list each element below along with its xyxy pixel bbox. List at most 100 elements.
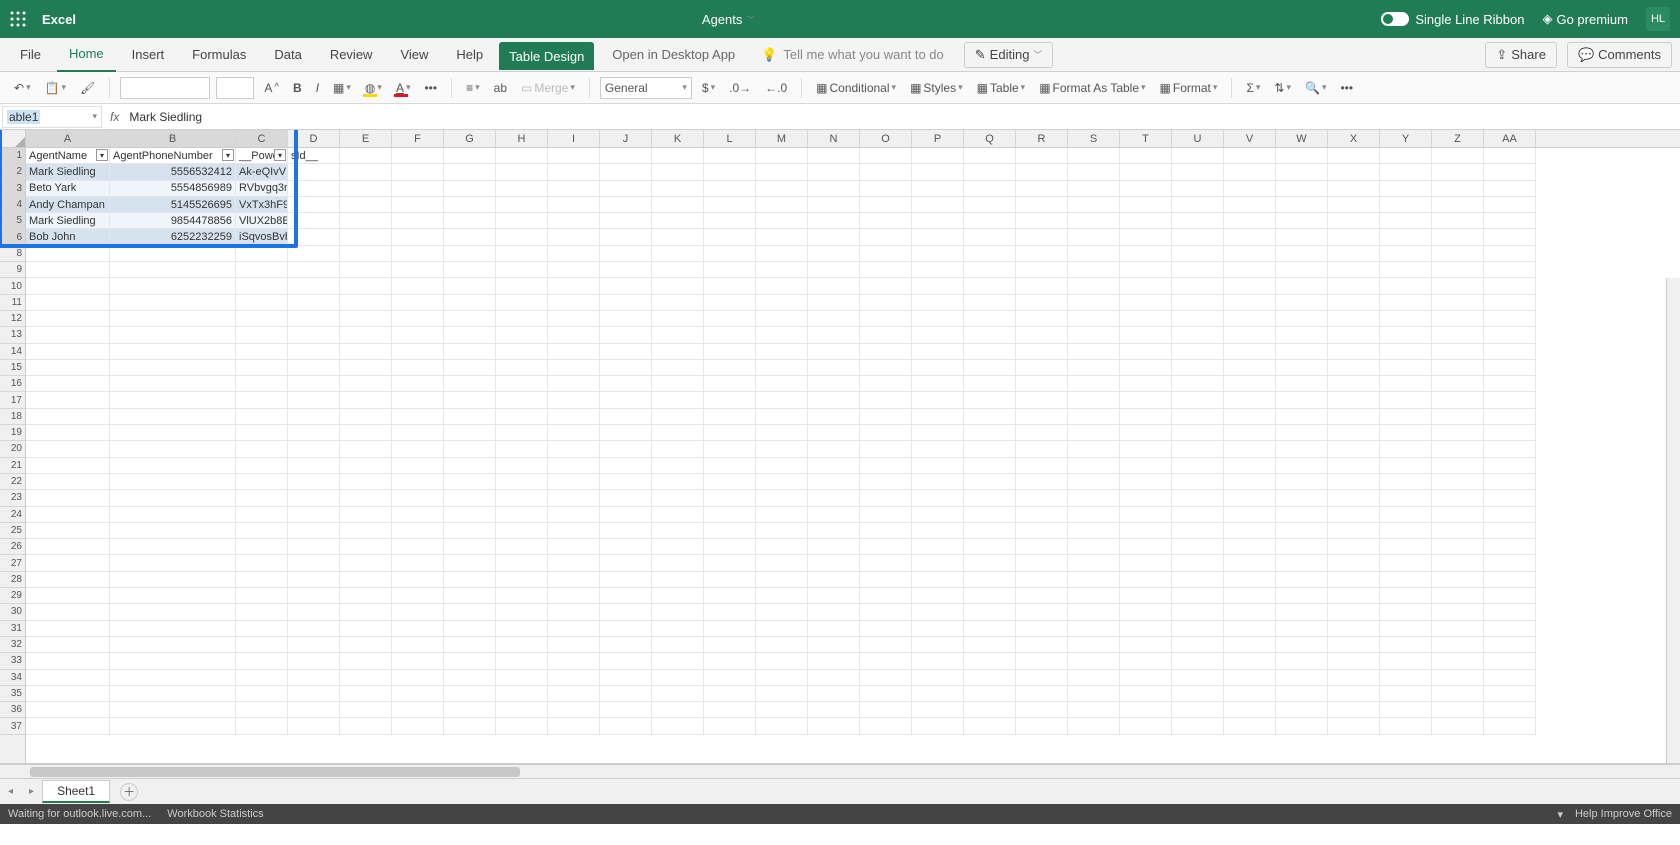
cell[interactable] — [808, 181, 860, 197]
cell[interactable] — [392, 441, 444, 457]
cell[interactable] — [26, 441, 110, 457]
filter-dropdown-icon[interactable]: ▾ — [222, 149, 234, 161]
cell[interactable] — [1484, 441, 1536, 457]
cell[interactable] — [340, 686, 392, 702]
cell[interactable] — [704, 213, 756, 229]
cell[interactable] — [1120, 278, 1172, 294]
cell[interactable] — [600, 148, 652, 164]
cell[interactable]: 5556532412 — [110, 164, 236, 180]
cell[interactable] — [392, 197, 444, 213]
cell[interactable] — [964, 327, 1016, 343]
cell[interactable] — [1328, 197, 1380, 213]
cell[interactable] — [860, 653, 912, 669]
cell[interactable] — [1016, 197, 1068, 213]
cell[interactable] — [392, 409, 444, 425]
conditional-formatting-button[interactable]: ▦ Conditional▾ — [812, 79, 900, 97]
cell[interactable] — [704, 262, 756, 278]
cell[interactable] — [26, 344, 110, 360]
cell[interactable] — [1380, 197, 1432, 213]
cell[interactable] — [600, 670, 652, 686]
cell[interactable] — [444, 474, 496, 490]
cell[interactable] — [964, 702, 1016, 718]
cell[interactable] — [444, 621, 496, 637]
document-name[interactable]: Agents — [702, 12, 742, 27]
cell[interactable] — [600, 474, 652, 490]
cell[interactable] — [1224, 344, 1276, 360]
chevron-down-icon[interactable]: ▾ — [92, 111, 97, 122]
cell[interactable] — [444, 555, 496, 571]
cell[interactable] — [1484, 148, 1536, 164]
cell[interactable] — [1172, 311, 1224, 327]
cell[interactable] — [548, 539, 600, 555]
cell[interactable] — [1380, 718, 1432, 734]
cell[interactable] — [548, 686, 600, 702]
cell[interactable] — [444, 409, 496, 425]
column-header[interactable]: H — [496, 130, 548, 147]
cell[interactable] — [1328, 392, 1380, 408]
cell[interactable] — [808, 311, 860, 327]
cell[interactable] — [110, 572, 236, 588]
cell[interactable] — [1276, 653, 1328, 669]
cell[interactable] — [496, 523, 548, 539]
cell[interactable] — [1432, 311, 1484, 327]
cell[interactable] — [548, 490, 600, 506]
cell[interactable] — [652, 262, 704, 278]
cell[interactable] — [26, 360, 110, 376]
cell[interactable] — [1224, 392, 1276, 408]
cell[interactable] — [1016, 702, 1068, 718]
cell[interactable] — [1328, 702, 1380, 718]
cell[interactable] — [964, 458, 1016, 474]
cell[interactable] — [26, 555, 110, 571]
cell[interactable] — [652, 213, 704, 229]
format-button[interactable]: ▦ Format▾ — [1156, 79, 1222, 97]
cell[interactable] — [756, 523, 808, 539]
cell[interactable] — [1172, 507, 1224, 523]
cell[interactable] — [912, 523, 964, 539]
cell[interactable] — [808, 327, 860, 343]
cell[interactable] — [652, 686, 704, 702]
cell[interactable] — [1172, 262, 1224, 278]
cell[interactable] — [1068, 507, 1120, 523]
cell[interactable] — [1224, 425, 1276, 441]
column-header[interactable]: Z — [1432, 130, 1484, 147]
row-header[interactable]: 8 — [0, 246, 25, 262]
cell[interactable] — [496, 539, 548, 555]
cell[interactable] — [1484, 213, 1536, 229]
cell[interactable] — [1120, 376, 1172, 392]
cell[interactable] — [808, 588, 860, 604]
cell[interactable] — [444, 539, 496, 555]
cell[interactable] — [1120, 572, 1172, 588]
cell[interactable] — [964, 164, 1016, 180]
paste-button[interactable]: 📋▾ — [41, 79, 70, 97]
cell[interactable] — [964, 490, 1016, 506]
cell[interactable] — [1224, 653, 1276, 669]
cell[interactable] — [808, 621, 860, 637]
cell[interactable] — [548, 360, 600, 376]
cell[interactable] — [964, 474, 1016, 490]
cell[interactable] — [1068, 327, 1120, 343]
font-color-button[interactable]: A▾ — [392, 79, 415, 97]
cell[interactable] — [1484, 229, 1536, 245]
cell[interactable] — [860, 360, 912, 376]
cell[interactable] — [288, 523, 340, 539]
cell[interactable] — [652, 295, 704, 311]
cell[interactable] — [600, 246, 652, 262]
cell[interactable] — [340, 376, 392, 392]
cell[interactable] — [808, 702, 860, 718]
cell[interactable] — [444, 637, 496, 653]
cell[interactable] — [912, 507, 964, 523]
column-header[interactable]: A — [26, 130, 110, 147]
cell[interactable] — [1224, 686, 1276, 702]
cell[interactable] — [600, 588, 652, 604]
cell[interactable] — [1276, 474, 1328, 490]
cell[interactable] — [1120, 604, 1172, 620]
cell[interactable] — [548, 213, 600, 229]
font-name-select[interactable] — [120, 77, 210, 99]
cell[interactable] — [652, 197, 704, 213]
cell[interactable] — [110, 441, 236, 457]
cell[interactable] — [288, 409, 340, 425]
cell[interactable] — [912, 181, 964, 197]
cell[interactable] — [964, 295, 1016, 311]
cell[interactable] — [964, 604, 1016, 620]
cell[interactable] — [1224, 148, 1276, 164]
